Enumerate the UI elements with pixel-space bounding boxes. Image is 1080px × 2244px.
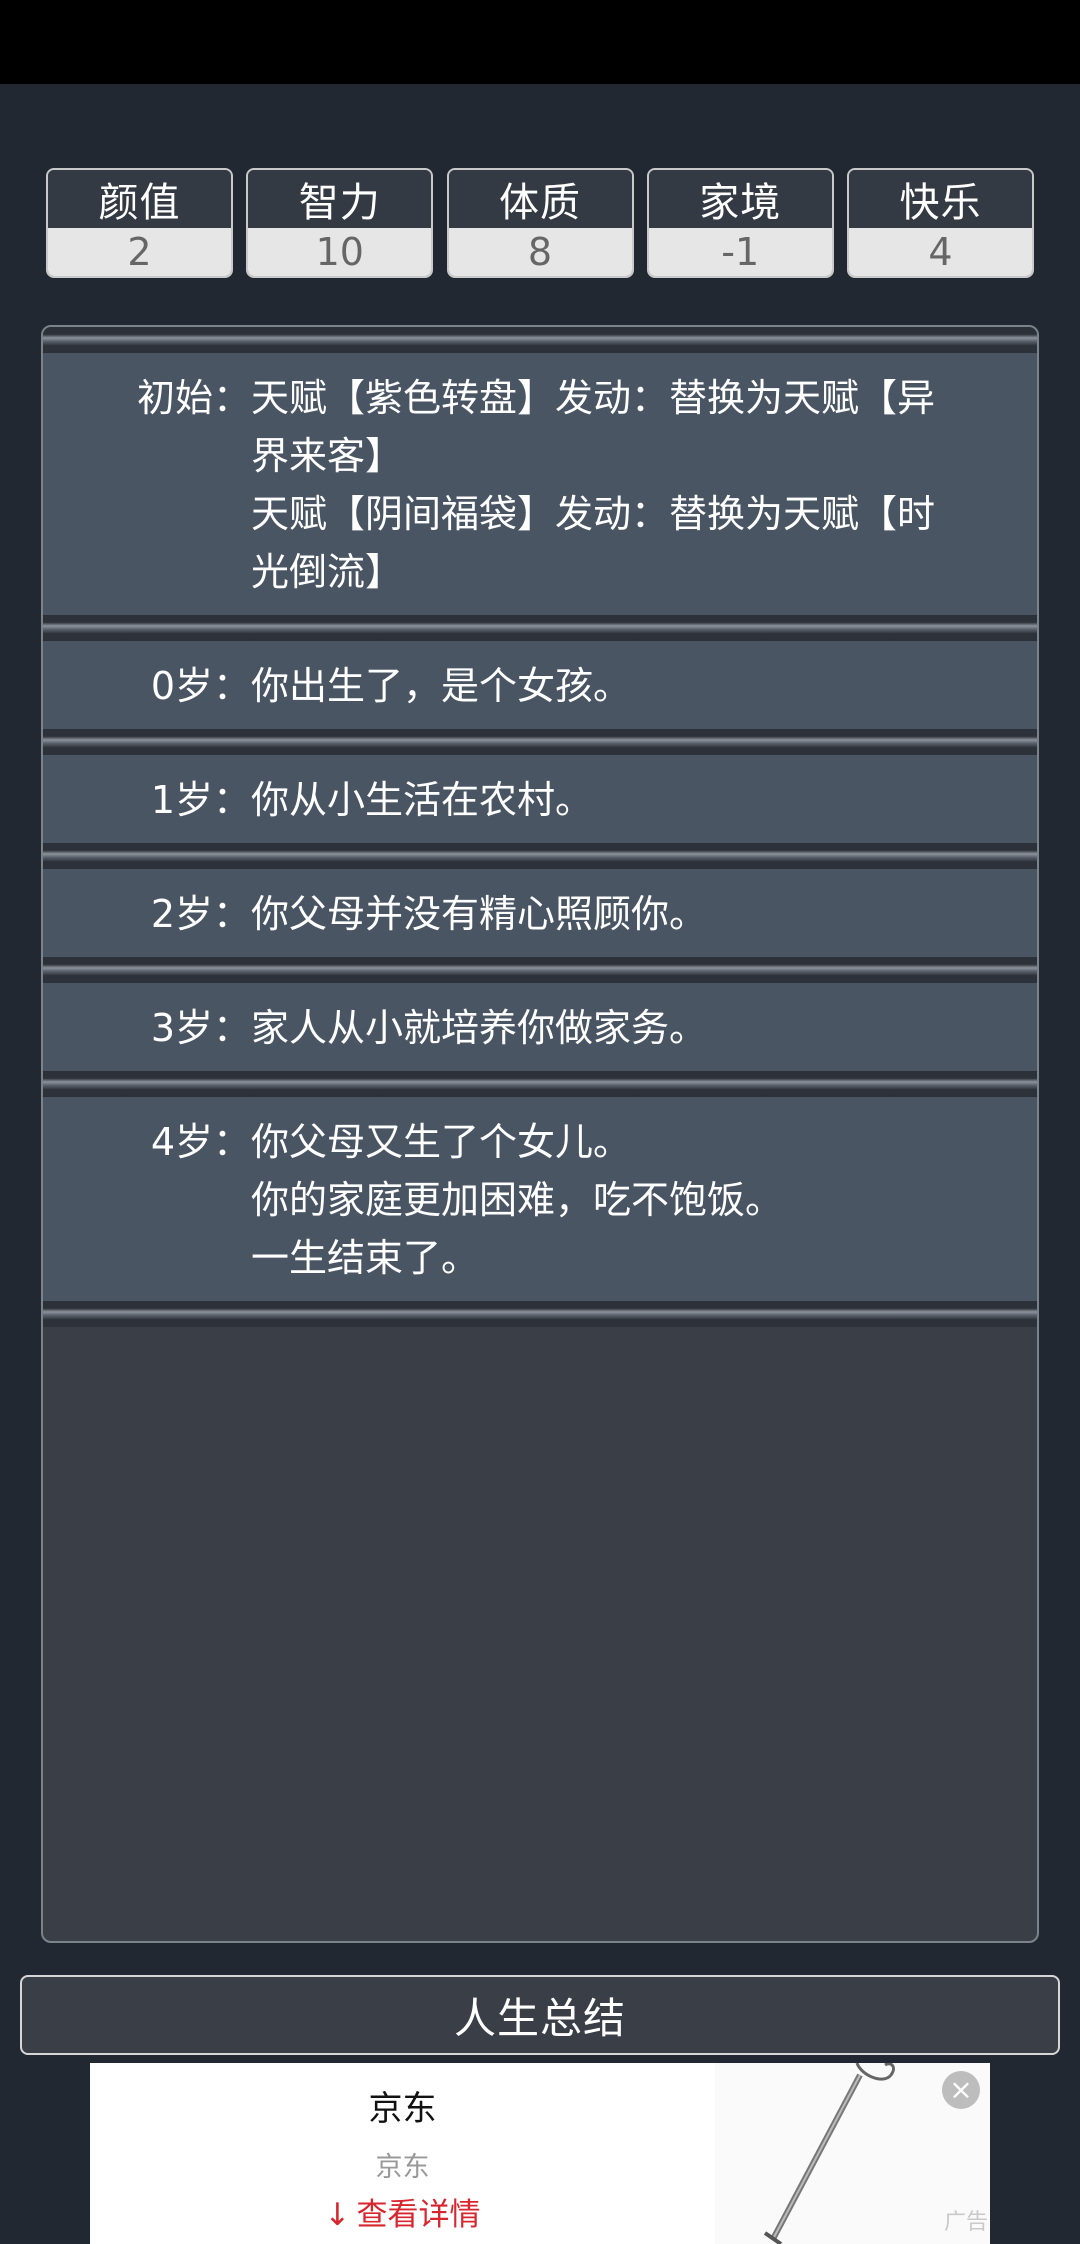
stat-value: 4: [849, 228, 1032, 276]
stat-label: 快乐: [849, 170, 1032, 228]
entry-line: 你的家庭更加困难，吃不饱饭。: [251, 1178, 784, 1222]
ad-view-details-link[interactable]: ↓ 查看详情: [90, 2189, 715, 2234]
ad-banner[interactable]: 京东 京东 ↓ 查看详情 × 广告: [90, 2063, 990, 2244]
log-entry-age-1: 1岁： 你从小生活在农村。: [43, 755, 1037, 843]
entry-text: 你父母并没有精心照顾你。: [251, 869, 971, 957]
log-entry-age-2: 2岁： 你父母并没有精心照顾你。: [43, 869, 1037, 957]
entry-divider: [43, 615, 1037, 641]
entry-age: 4岁：: [150, 1120, 251, 1164]
download-arrow-icon: ↓: [324, 2197, 351, 2233]
life-summary-button[interactable]: 人生总结: [20, 1975, 1060, 2055]
life-event-log[interactable]: 初始： 天赋【紫色转盘】发动：替换为天赋【异界来客】 天赋【阴间福袋】发动：替换…: [41, 325, 1039, 1943]
entry-line: 你出生了，是个女孩。: [251, 664, 632, 708]
entry-divider: [43, 327, 1037, 353]
entry-line: 你父母并没有精心照顾你。: [251, 892, 708, 936]
stat-label: 家境: [648, 170, 832, 228]
entry-age: 初始：: [136, 376, 251, 420]
stat-label: 颜值: [48, 170, 231, 228]
log-entry-age-4: 4岁： 你父母又生了个女儿。 你的家庭更加困难，吃不饱饭。 一生结束了。: [43, 1097, 1037, 1301]
entry-age: 1岁：: [150, 778, 251, 822]
stat-constitution: 体质 8: [446, 168, 634, 278]
entry-line: 家人从小就培养你做家务。: [251, 1006, 708, 1050]
stat-intelligence: 智力 10: [246, 168, 434, 278]
log-entry-initial: 初始： 天赋【紫色转盘】发动：替换为天赋【异界来客】 天赋【阴间福袋】发动：替换…: [43, 353, 1037, 615]
entry-divider: [43, 1071, 1037, 1097]
entry-divider: [43, 957, 1037, 983]
log-entry-age-3: 3岁： 家人从小就培养你做家务。: [43, 983, 1037, 1071]
stat-happiness: 快乐 4: [847, 168, 1034, 278]
attribute-stats: 颜值 2 智力 10 体质 8 家境 -1 快乐 4: [46, 168, 1034, 280]
entry-divider: [43, 843, 1037, 869]
stat-value: 8: [448, 228, 632, 276]
close-icon[interactable]: ×: [942, 2071, 980, 2109]
entry-age: 2岁：: [150, 892, 251, 936]
entry-text: 天赋【紫色转盘】发动：替换为天赋【异界来客】 天赋【阴间福袋】发动：替换为天赋【…: [251, 353, 971, 615]
entry-line: 你从小生活在农村。: [251, 778, 594, 822]
ad-cta-label: 查看详情: [356, 2197, 481, 2233]
stat-label: 体质: [448, 170, 632, 228]
status-bar: [0, 0, 1080, 84]
stat-family: 家境 -1: [646, 168, 834, 278]
entry-line: 一生结束了。: [251, 1236, 480, 1280]
stat-value: 10: [248, 228, 432, 276]
entry-text: 你从小生活在农村。: [251, 755, 971, 843]
entry-text: 你父母又生了个女儿。 你的家庭更加困难，吃不饱饭。 一生结束了。: [251, 1097, 971, 1301]
entry-divider: [43, 1301, 1037, 1327]
stat-value: 2: [48, 228, 231, 276]
stat-value: -1: [648, 228, 832, 276]
entry-age: 0岁：: [150, 664, 251, 708]
entry-line: 天赋【紫色转盘】发动：替换为天赋【异界来客】: [251, 376, 936, 478]
entry-line: 天赋【阴间福袋】发动：替换为天赋【时光倒流】: [251, 492, 936, 594]
entry-age: 3岁：: [150, 1006, 251, 1050]
entry-line: 你父母又生了个女儿。: [251, 1120, 632, 1164]
entry-divider: [43, 729, 1037, 755]
ad-title: 京东: [368, 2089, 437, 2129]
ad-subtitle: 京东: [375, 2152, 430, 2183]
log-entry-age-0: 0岁： 你出生了，是个女孩。: [43, 641, 1037, 729]
stat-label: 智力: [248, 170, 432, 228]
stat-appearance: 颜值 2: [46, 168, 233, 278]
entry-text: 家人从小就培养你做家务。: [251, 983, 971, 1071]
entry-text: 你出生了，是个女孩。: [251, 641, 971, 729]
ad-tag: 广告: [943, 2210, 988, 2235]
